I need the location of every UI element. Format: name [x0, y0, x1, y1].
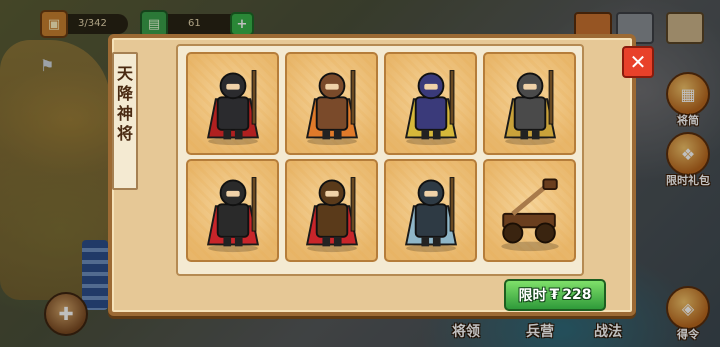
unit-card[interactable]: [285, 159, 378, 262]
unit-card[interactable]: [384, 159, 477, 262]
white-haired-cavalry-general-icon: [404, 69, 457, 145]
buy-label: 限时: [518, 288, 547, 304]
price-value: 228: [562, 287, 592, 303]
title-char: 神: [116, 104, 133, 123]
buy-button[interactable]: 限时 ₮ 228: [504, 279, 606, 311]
title-char: 降: [116, 84, 133, 103]
close-button[interactable]: ✕: [622, 46, 654, 78]
unit-card[interactable]: [483, 159, 576, 262]
unit-card[interactable]: [186, 159, 279, 262]
archer-general-with-quiver-icon: [305, 176, 358, 252]
popup-title: 天 降 神 将: [112, 52, 138, 190]
title-char: 将: [116, 124, 133, 143]
red-cloak-blade-general-icon: [206, 176, 259, 252]
siege-catapult-icon: [500, 178, 559, 251]
unit-card[interactable]: [483, 52, 576, 155]
spiked-heavy-armor-warrior-icon: [503, 69, 556, 145]
unit-card[interactable]: [285, 52, 378, 155]
shield-axe-warrior-icon: [305, 69, 358, 145]
currency-icon: ₮: [549, 287, 560, 303]
unit-card[interactable]: [186, 52, 279, 155]
title-char: 天: [116, 64, 133, 83]
black-armored-general-icon: [206, 69, 259, 145]
unit-card[interactable]: [384, 52, 477, 155]
panther-rider-general-icon: [404, 176, 457, 252]
